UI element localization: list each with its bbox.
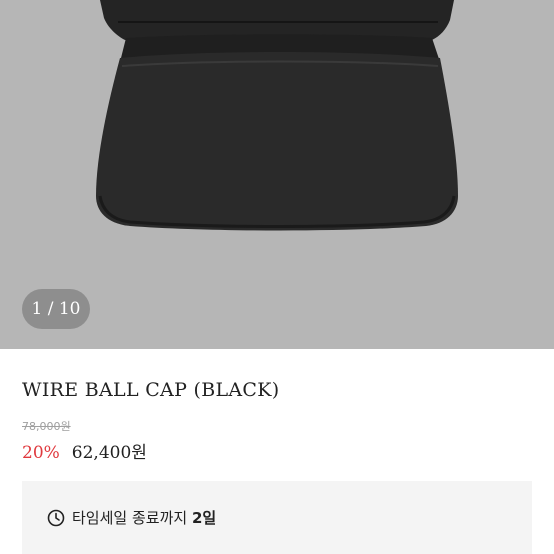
timesale-remaining: 2일 <box>191 509 217 527</box>
timesale-text: 타임세일 종료까지 2일 <box>72 507 216 528</box>
image-counter: 1 / 10 <box>22 289 90 329</box>
timesale-label: 타임세일 종료까지 <box>72 509 188 527</box>
clock-icon <box>47 509 65 527</box>
sale-price: 62,400원 <box>71 443 147 463</box>
price-row: 20% 62,400원 <box>22 438 147 463</box>
product-title: WIRE BALL CAP (BLACK) <box>22 379 280 401</box>
discount-rate: 20% <box>22 443 60 463</box>
original-price: 78,000원 <box>22 420 71 433</box>
timesale-banner: 타임세일 종료까지 2일 <box>22 481 532 554</box>
product-image-gallery[interactable]: 1 / 10 <box>0 0 554 349</box>
